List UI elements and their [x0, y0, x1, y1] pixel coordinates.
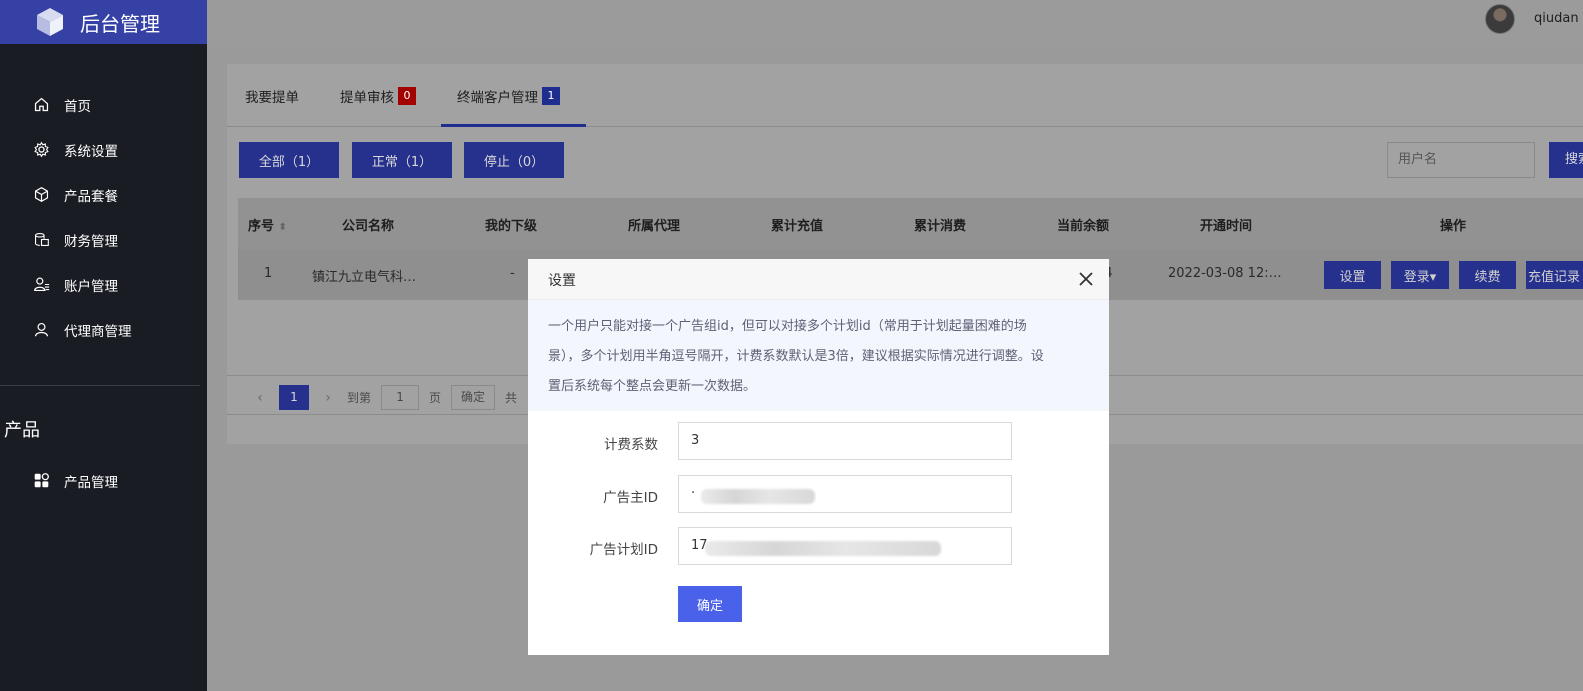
filter-stopped-button[interactable]: 停止（0）	[464, 142, 564, 178]
modal-title: 设置	[548, 273, 576, 289]
notice-line: 景），多个计划用半角逗号隔开，计费系数默认是3倍，建议根据实际情况进行调整。设	[548, 349, 1044, 364]
tab-submit-order[interactable]: 我要提单	[245, 86, 299, 106]
redacted-value	[701, 489, 815, 504]
cell-opened-time: 2022-03-08 12:…	[1168, 266, 1282, 281]
grid-icon	[34, 473, 49, 488]
sidebar-item-label: 产品管理	[64, 474, 118, 491]
tab-label: 提单审核	[340, 90, 394, 106]
tab-terminal-customers[interactable]: 终端客户管理 1	[457, 86, 560, 106]
goto-label: 到第	[347, 391, 372, 405]
login-dropdown-button[interactable]: 登录▾	[1391, 261, 1449, 289]
page-label: 页	[429, 391, 442, 405]
sidebar-item-account[interactable]: 账户管理	[0, 262, 207, 307]
search-button-label: 搜索	[1565, 152, 1583, 167]
active-tab-indicator	[441, 124, 586, 127]
pagination: ‹ 1 › 到第 1 页 确定 共	[249, 385, 517, 410]
page-number[interactable]: 1	[279, 385, 309, 410]
column-header: 操作	[1440, 219, 1467, 234]
column-header: 公司名称	[342, 219, 395, 234]
sidebar-item-label: 系统设置	[64, 143, 118, 160]
sidebar-item-label: 财务管理	[64, 233, 118, 250]
column-header: 所属代理	[628, 219, 681, 234]
sidebar-item-label: 账户管理	[64, 278, 118, 295]
billing-factor-field[interactable]: 3	[678, 422, 1012, 460]
next-page-icon[interactable]: ›	[317, 390, 339, 406]
notice-line: 置后系统每个整点会更新一次数据。	[548, 379, 757, 394]
billing-factor-label: 计费系数	[604, 437, 658, 453]
confirm-button[interactable]: 确定	[678, 586, 742, 622]
tab-order-review[interactable]: 提单审核 0	[340, 86, 416, 106]
filter-normal-button[interactable]: 正常（1）	[352, 142, 452, 178]
sidebar-item-product-package[interactable]: 产品套餐	[0, 172, 207, 217]
finance-icon	[34, 232, 49, 247]
page-input[interactable]: 1	[381, 385, 420, 410]
sidebar-menu: 首页 系统设置 产品套餐 财务管理 账户管理 代理商管理	[0, 82, 207, 352]
sidebar-item-label: 首页	[64, 98, 91, 115]
renew-button[interactable]: 续费	[1459, 261, 1516, 289]
cell-index: 1	[264, 266, 273, 281]
user-icon	[34, 322, 49, 337]
advertiser-id-label: 广告主ID	[603, 490, 658, 506]
column-header: 累计消费	[914, 219, 967, 234]
search-button[interactable]: 搜索	[1549, 142, 1583, 178]
advertiser-id-value: ·	[691, 486, 696, 501]
sidebar-item-label: 代理商管理	[64, 323, 132, 340]
top-header	[207, 0, 1583, 46]
sidebar-menu-product: 产品管理	[0, 458, 207, 503]
count-badge: 0	[398, 87, 416, 105]
sidebar: 后台管理 首页 系统设置 产品套餐 财务管理 账户管理 代理商管理 产品 产品管…	[0, 0, 207, 691]
settings-modal: 设置 一个用户只能对接一个广告组id，但可以对接多个计划id（常用于计划起量困难…	[528, 259, 1109, 655]
ad-plan-id-label: 广告计划ID	[589, 542, 658, 558]
cell-sub: -	[510, 266, 515, 281]
column-header: 开通时间	[1200, 219, 1253, 234]
sidebar-item-system-settings[interactable]: 系统设置	[0, 127, 207, 172]
column-header: 累计充值	[771, 219, 824, 234]
column-header: 我的下级	[485, 219, 538, 234]
modal-header: 设置	[528, 259, 1109, 300]
sidebar-item-agent[interactable]: 代理商管理	[0, 307, 207, 352]
notice-line: 一个用户只能对接一个广告组id，但可以对接多个计划id（常用于计划起量困难的场	[548, 319, 1027, 334]
close-icon[interactable]	[1077, 270, 1095, 288]
username[interactable]: qiudan	[1534, 11, 1579, 26]
filter-all-button[interactable]: 全部（1）	[239, 142, 339, 178]
column-header: 当前余额	[1057, 219, 1110, 234]
notice-box: 一个用户只能对接一个广告组id，但可以对接多个计划id（常用于计划起量困难的场 …	[528, 300, 1109, 411]
tab-label: 终端客户管理	[457, 90, 538, 106]
sidebar-item-product-management[interactable]: 产品管理	[0, 458, 207, 503]
cube-logo-icon	[37, 8, 63, 36]
advertiser-id-field[interactable]: ·	[678, 475, 1012, 513]
cube-icon	[34, 187, 49, 202]
recharge-record-button[interactable]: 充值记录	[1526, 261, 1583, 289]
logo-bar: 后台管理	[0, 0, 207, 44]
avatar[interactable]	[1485, 4, 1515, 34]
redacted-value	[705, 541, 941, 556]
tab-bar: 我要提单 提单审核 0 终端客户管理 1	[227, 64, 1583, 127]
home-icon	[34, 97, 49, 112]
gear-icon	[34, 141, 49, 158]
tab-label: 我要提单	[245, 90, 299, 106]
search-input[interactable]: 用户名	[1387, 142, 1535, 178]
column-header[interactable]: 序号 ⬍	[248, 215, 287, 234]
sidebar-item-finance[interactable]: 财务管理	[0, 217, 207, 262]
table-header: 序号 ⬍ 公司名称 我的下级 所属代理 累计充值 累计消费 当前余额 开通时间 …	[238, 198, 1583, 250]
app-title: 后台管理	[80, 11, 160, 36]
search-placeholder: 用户名	[1398, 152, 1438, 167]
sidebar-item-label: 产品套餐	[64, 188, 118, 205]
user-settings-icon	[34, 277, 50, 292]
ad-plan-id-field[interactable]: 17	[678, 527, 1012, 565]
sidebar-divider	[0, 385, 200, 386]
cell-company: 镇江九立电气科…	[312, 270, 417, 285]
sidebar-item-home[interactable]: 首页	[0, 82, 207, 127]
goto-confirm-button[interactable]: 确定	[451, 385, 496, 410]
total-label: 共	[505, 391, 518, 405]
sort-icon[interactable]: ⬍	[279, 222, 287, 233]
settings-button[interactable]: 设置	[1324, 261, 1381, 289]
sidebar-section-title: 产品	[4, 420, 40, 441]
prev-page-icon[interactable]: ‹	[249, 390, 271, 406]
count-badge: 1	[542, 87, 560, 105]
